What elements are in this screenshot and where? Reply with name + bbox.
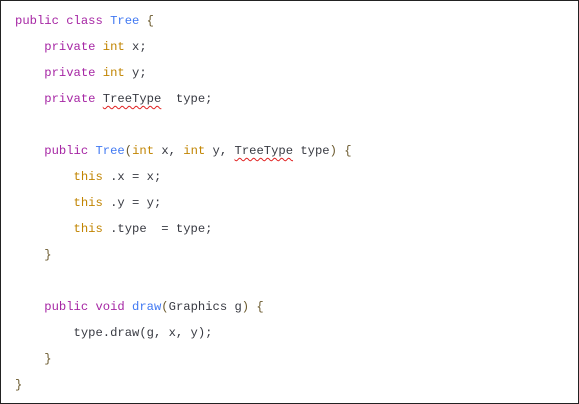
- code-line: }: [15, 377, 352, 403]
- code-token: }: [44, 352, 52, 366]
- code-token: .type = type;: [102, 222, 213, 236]
- code-token: .y = y;: [102, 196, 162, 210]
- code-token: int: [102, 66, 133, 80]
- code-token: this: [73, 196, 103, 210]
- code-token: .x = x;: [102, 170, 162, 184]
- code-line: }: [15, 247, 352, 273]
- code-token: {: [139, 14, 154, 28]
- code-token: y;: [132, 66, 147, 80]
- code-line: public void draw(Graphics g) {: [15, 299, 352, 325]
- code-token: public class: [15, 14, 111, 28]
- code-token: draw: [132, 300, 162, 314]
- code-token: public: [44, 144, 96, 158]
- code-line: this .type = type;: [15, 221, 352, 247]
- code-token: this: [73, 222, 103, 236]
- code-token: Tree: [95, 144, 125, 158]
- code-token: }: [44, 248, 52, 262]
- code-line: private TreeType type;: [15, 91, 352, 117]
- code-token: int: [132, 144, 162, 158]
- code-token: type: [293, 144, 330, 158]
- code-token: Graphics g: [168, 300, 242, 314]
- code-token: int: [102, 40, 133, 54]
- code-token: (: [124, 144, 133, 158]
- code-line: public Tree(int x, int y, TreeType type)…: [15, 143, 352, 169]
- code-token: Tree: [110, 14, 140, 28]
- code-token: y,: [212, 144, 235, 158]
- code-token: (: [161, 300, 169, 314]
- code-line: private int y;: [15, 65, 352, 91]
- code-line: this .y = y;: [15, 195, 352, 221]
- code-token: }: [15, 378, 23, 392]
- code-line: this .x = x;: [15, 169, 352, 195]
- code-line: public class Tree {: [15, 13, 352, 39]
- code-token: int: [183, 144, 213, 158]
- code-token: private: [44, 92, 103, 106]
- code-token: private: [44, 66, 103, 80]
- misspelled-token: TreeType: [234, 144, 294, 158]
- code-snippet-frame: public class Tree { private int x; priva…: [0, 0, 579, 404]
- misspelled-token: TreeType: [102, 92, 162, 106]
- code-token: type;: [161, 92, 213, 106]
- code-line: private int x;: [15, 39, 352, 65]
- code-line: }: [15, 351, 352, 377]
- code-token: ) {: [241, 300, 264, 314]
- code-block: public class Tree { private int x; priva…: [15, 13, 352, 403]
- code-token: ) {: [329, 144, 352, 158]
- code-token: x,: [161, 144, 184, 158]
- code-token: x;: [132, 40, 147, 54]
- code-token: private: [44, 40, 103, 54]
- code-token: type.draw(g, x, y);: [15, 326, 213, 340]
- code-line: type.draw(g, x, y);: [15, 325, 352, 351]
- code-token: this: [73, 170, 103, 184]
- code-token: public void: [44, 300, 133, 314]
